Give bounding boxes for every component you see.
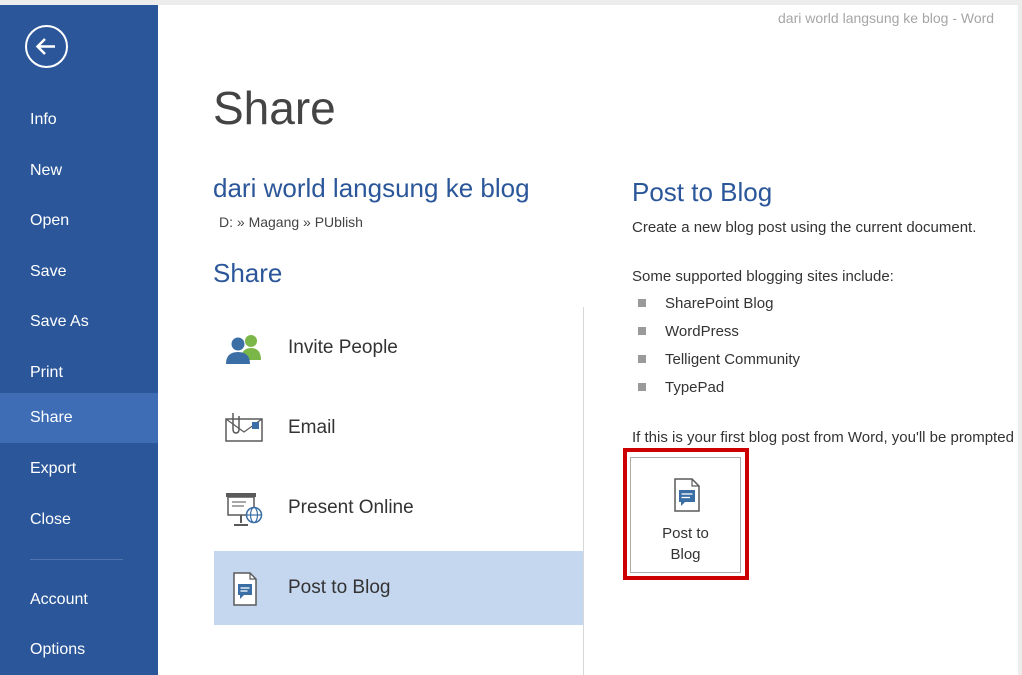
bullet-icon xyxy=(638,327,646,335)
share-option-post-to-blog[interactable]: Post to Blog xyxy=(214,551,583,625)
sites-intro: Some supported blogging sites include: xyxy=(632,268,894,285)
panel-description: Create a new blog post using the current… xyxy=(632,219,977,236)
site-name: Telligent Community xyxy=(665,351,801,368)
page-title: Share xyxy=(213,82,336,134)
present-online-icon xyxy=(226,493,263,526)
panel-title: Post to Blog xyxy=(632,177,773,207)
nav-divider xyxy=(30,559,123,560)
document-name: dari world langsung ke blog xyxy=(213,173,530,203)
button-label-line2: Blog xyxy=(670,546,701,563)
invite-people-icon xyxy=(226,335,261,364)
nav-item-account[interactable]: Account xyxy=(0,575,158,625)
back-button[interactable] xyxy=(25,25,68,68)
site-name: WordPress xyxy=(665,323,739,340)
nav-item-share[interactable]: Share xyxy=(0,393,158,443)
window-title: dari world langsung ke blog - Word xyxy=(778,10,995,26)
nav-item-save-as[interactable]: Save As xyxy=(0,297,158,347)
email-icon xyxy=(225,413,263,442)
nav-item-open[interactable]: Open xyxy=(0,196,158,246)
button-label-line1: Post to xyxy=(662,525,709,542)
bullet-icon xyxy=(638,355,646,363)
list-item: WordPress xyxy=(632,319,800,347)
post-to-blog-button-label: Post to Blog xyxy=(631,523,740,565)
back-arrow-icon xyxy=(35,38,55,55)
nav-item-options[interactable]: Options xyxy=(0,625,158,675)
share-option-label: Present Online xyxy=(288,497,414,518)
post-to-blog-icon xyxy=(233,572,257,606)
share-option-present-online[interactable]: Present Online xyxy=(214,471,583,545)
share-option-label: Invite People xyxy=(288,337,398,358)
document-path: D: » Magang » PUblish xyxy=(219,214,363,230)
panel-divider xyxy=(583,307,584,675)
list-item: Telligent Community xyxy=(632,347,800,375)
site-name: TypePad xyxy=(665,379,725,396)
post-to-blog-icon xyxy=(674,478,700,512)
nav-item-close[interactable]: Close xyxy=(0,495,158,545)
bullet-icon xyxy=(638,383,646,391)
post-to-blog-button[interactable]: Post to Blog xyxy=(630,457,741,573)
nav-item-info[interactable]: Info xyxy=(0,95,158,145)
nav-item-new[interactable]: New xyxy=(0,146,158,196)
supported-sites-list: SharePoint Blog WordPress Telligent Comm… xyxy=(632,291,800,403)
share-section-title: Share xyxy=(213,258,283,288)
backstage-window: Info New Open Save Save As Print Share E… xyxy=(0,5,1018,675)
list-item: TypePad xyxy=(632,375,800,403)
site-name: SharePoint Blog xyxy=(665,295,774,312)
bullet-icon xyxy=(638,299,646,307)
nav-item-print[interactable]: Print xyxy=(0,348,158,398)
share-option-label: Email xyxy=(288,417,336,438)
nav-item-save[interactable]: Save xyxy=(0,247,158,297)
nav-item-export[interactable]: Export xyxy=(0,444,158,494)
list-item: SharePoint Blog xyxy=(632,291,800,319)
share-option-email[interactable]: Email xyxy=(214,391,583,465)
backstage-nav: Info New Open Save Save As Print Share E… xyxy=(0,5,158,675)
share-option-invite-people[interactable]: Invite People xyxy=(214,311,583,385)
share-options-list: Invite People Email Present Online Post … xyxy=(214,307,584,625)
first-post-note: If this is your first blog post from Wor… xyxy=(632,429,1018,446)
share-option-label: Post to Blog xyxy=(288,577,391,598)
